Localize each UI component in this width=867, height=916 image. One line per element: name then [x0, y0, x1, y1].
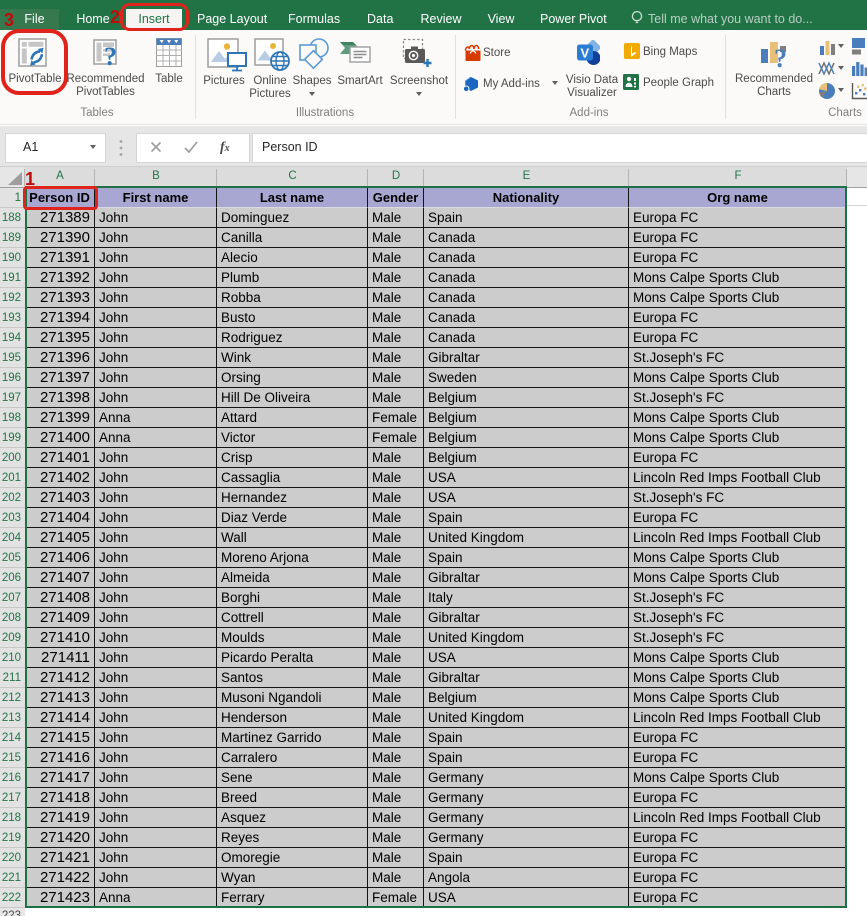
svg-text:?: ? [104, 42, 117, 67]
svg-text:?: ? [774, 44, 787, 70]
svg-text:V: V [581, 46, 590, 61]
